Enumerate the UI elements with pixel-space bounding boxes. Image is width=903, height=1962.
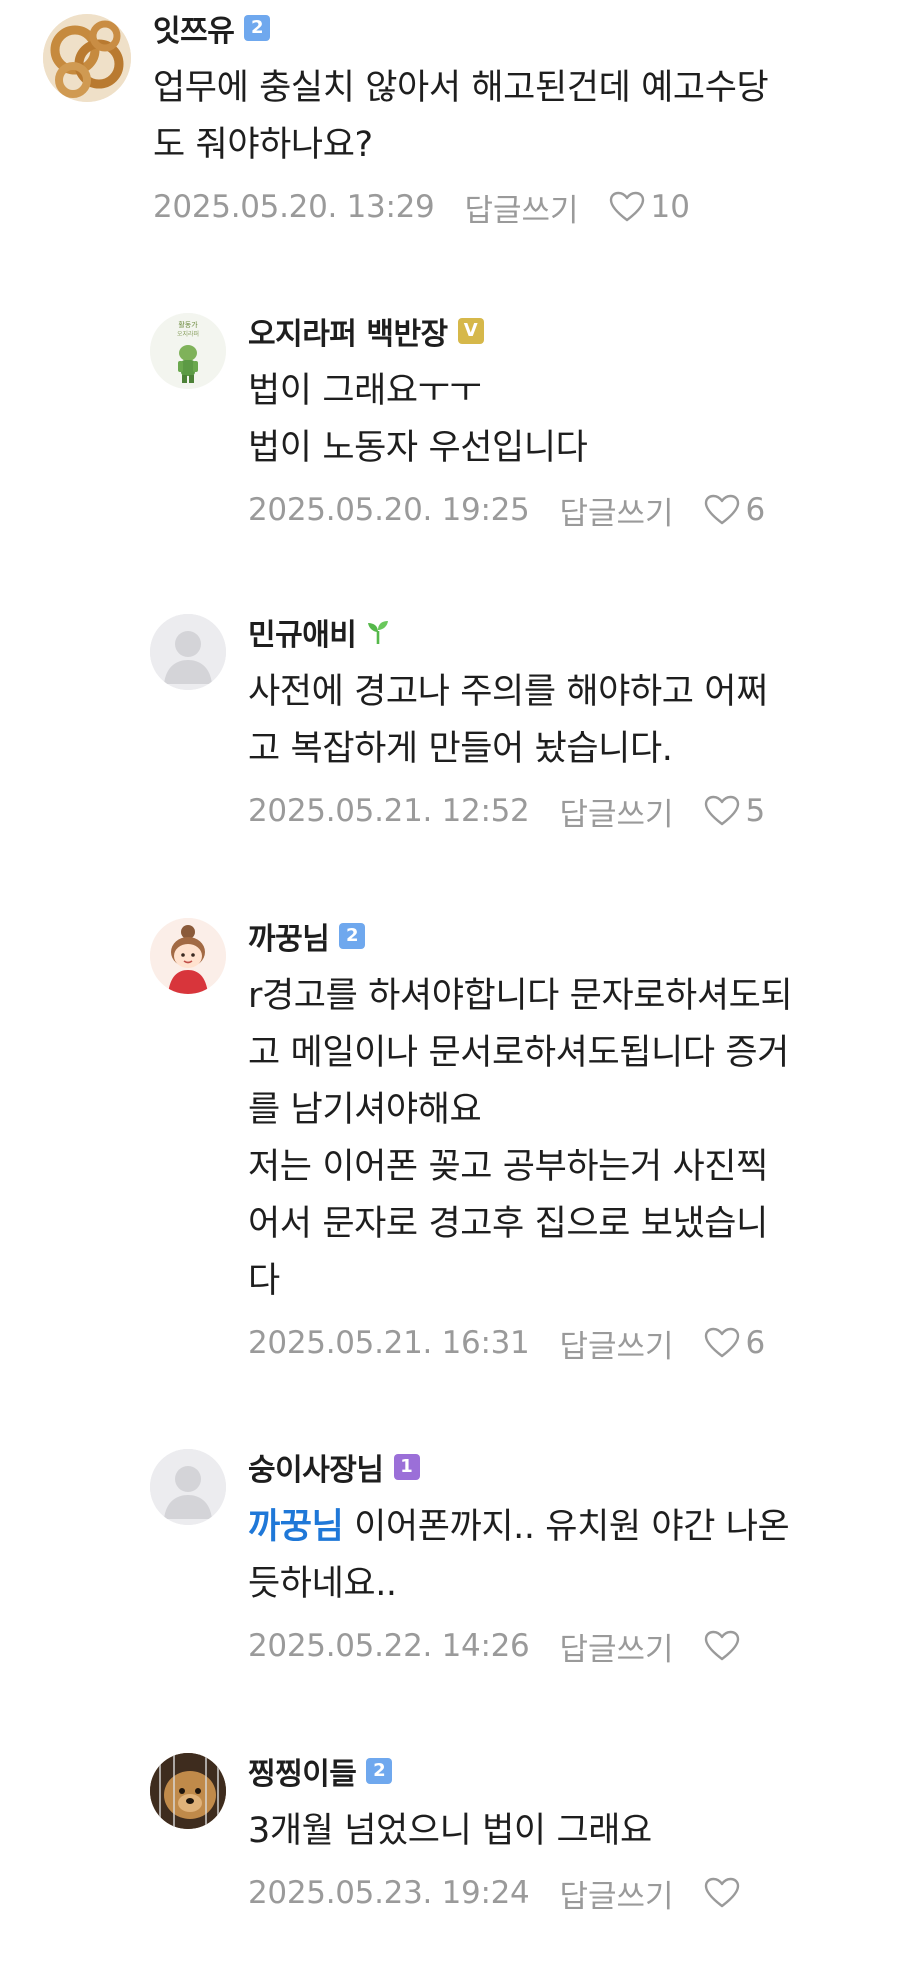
comment-body: 민규애비 사전에 경고나 주의를 해야하고 어쩌 고 복잡하게 만들어 놨습니다… <box>248 612 885 834</box>
comment-body: 오지라퍼 백반장 V 법이 그래요ㅜㅜ 법이 노동자 우선입니다 2025.05… <box>248 311 885 533</box>
comment-body: 잇쯔유 2 업무에 충실치 않아서 해고된건데 예고수당 도 줘야하나요? 20… <box>153 8 885 230</box>
author-row: 숭이사장님 1 <box>248 1445 885 1489</box>
like-count: 5 <box>745 793 766 829</box>
author-row: 찡찡이들 2 <box>248 1749 885 1793</box>
like-button[interactable]: 5 <box>704 793 766 829</box>
sprout-icon <box>368 621 389 644</box>
level-badge: 2 <box>244 15 271 41</box>
reply-button[interactable]: 답글쓰기 <box>559 1871 673 1916</box>
comment-text: 법이 그래요ㅜㅜ 법이 노동자 우선입니다 <box>248 371 588 468</box>
heart-icon <box>704 1327 739 1358</box>
comment-meta: 2025.05.22. 14:26 답글쓰기 <box>248 1623 885 1669</box>
author-row: 잇쯔유 2 <box>153 6 885 50</box>
default-user-avatar[interactable] <box>150 614 226 690</box>
comment-date: 2025.05.22. 14:26 <box>248 1628 530 1664</box>
comment-date: 2025.05.20. 13:29 <box>153 189 435 225</box>
author-row: 민규애비 <box>248 610 885 654</box>
comment-text: 3개월 넘었으니 법이 그래요 <box>248 1811 652 1851</box>
reply-button[interactable]: 답글쓰기 <box>559 1321 673 1366</box>
comment-meta: 2025.05.23. 19:24 답글쓰기 <box>248 1870 885 1916</box>
author-row: 오지라퍼 백반장 V <box>248 309 885 353</box>
comment-date: 2025.05.21. 12:52 <box>248 793 530 829</box>
comment-text: 사전에 경고나 주의를 해야하고 어쩌 고 복잡하게 만들어 놨습니다. <box>248 672 768 769</box>
author-name[interactable]: 잇쯔유 <box>153 6 235 50</box>
mention-link[interactable]: 까꿍님 <box>248 1507 344 1547</box>
like-count: 10 <box>650 189 690 225</box>
reply-button[interactable]: 답글쓰기 <box>464 185 578 230</box>
comment-date: 2025.05.21. 16:31 <box>248 1325 530 1361</box>
heart-icon <box>704 1630 739 1661</box>
author-row: 까꿍님 2 <box>248 914 885 958</box>
level-badge: 1 <box>393 1454 420 1480</box>
like-button[interactable] <box>704 1630 746 1662</box>
comment-meta: 2025.05.21. 16:31 답글쓰기 6 <box>248 1320 885 1366</box>
comment-meta: 2025.05.21. 12:52 답글쓰기 5 <box>248 788 885 834</box>
comment-text: 까꿍님 이어폰까지.. 유치원 야간 나온 듯하네요.. <box>248 1499 885 1613</box>
comment-meta: 2025.05.20. 19:25 답글쓰기 6 <box>248 487 885 533</box>
heart-icon <box>704 795 739 826</box>
like-count: 6 <box>745 1325 766 1361</box>
reply-button[interactable]: 답글쓰기 <box>559 789 673 834</box>
like-button[interactable]: 6 <box>704 492 766 528</box>
comment-body: 까꿍님 2 r경고를 하셔야합니다 문자로하셔도되 고 메일이나 문서로하셔도됩… <box>248 916 885 1366</box>
reply-button[interactable]: 답글쓰기 <box>559 488 673 533</box>
comment-meta: 2025.05.20. 13:29 답글쓰기 10 <box>153 184 885 230</box>
comment-body: 숭이사장님 1 까꿍님 이어폰까지.. 유치원 야간 나온 듯하네요.. 202… <box>248 1447 885 1669</box>
comment-date: 2025.05.23. 19:24 <box>248 1875 530 1911</box>
level-badge: 2 <box>339 923 366 949</box>
green-character-avatar[interactable]: 활동가 오지라퍼 <box>150 313 226 389</box>
default-user-avatar[interactable] <box>150 1449 226 1525</box>
dog-photo-avatar[interactable] <box>150 1753 226 1829</box>
level-badge: 2 <box>366 1758 393 1784</box>
like-button[interactable]: 6 <box>704 1325 766 1361</box>
author-name[interactable]: 찡찡이들 <box>248 1749 357 1793</box>
like-button[interactable]: 10 <box>609 189 690 225</box>
comment-thread: 잇쯔유 2 업무에 충실치 않아서 해고된건데 예고수당 도 줘야하나요? 20… <box>0 0 903 1962</box>
heart-icon <box>704 1877 739 1908</box>
avatar-caption: 활동가 <box>178 320 198 329</box>
heart-icon <box>704 494 739 525</box>
pretzel-snack-avatar[interactable] <box>43 14 131 102</box>
verified-badge: V <box>457 318 484 344</box>
cartoon-girl-avatar[interactable] <box>150 918 226 994</box>
heart-icon <box>609 191 644 222</box>
author-name[interactable]: 민규애비 <box>248 610 357 654</box>
author-name[interactable]: 까꿍님 <box>248 914 330 958</box>
like-count: 6 <box>745 492 766 528</box>
author-name[interactable]: 숭이사장님 <box>248 1445 384 1489</box>
reply-button[interactable]: 답글쓰기 <box>559 1624 673 1669</box>
like-button[interactable] <box>704 1877 746 1909</box>
author-name[interactable]: 오지라퍼 백반장 <box>248 309 448 353</box>
comment-text: 업무에 충실치 않아서 해고된건데 예고수당 도 줘야하나요? <box>153 68 769 165</box>
comment-text: r경고를 하셔야합니다 문자로하셔도되 고 메일이나 문서로하셔도됩니다 증거 … <box>248 976 793 1301</box>
comment-date: 2025.05.20. 19:25 <box>248 492 530 528</box>
comment-body: 찡찡이들 2 3개월 넘었으니 법이 그래요 2025.05.23. 19:24… <box>248 1751 885 1916</box>
avatar-caption: 오지라퍼 <box>177 330 199 338</box>
